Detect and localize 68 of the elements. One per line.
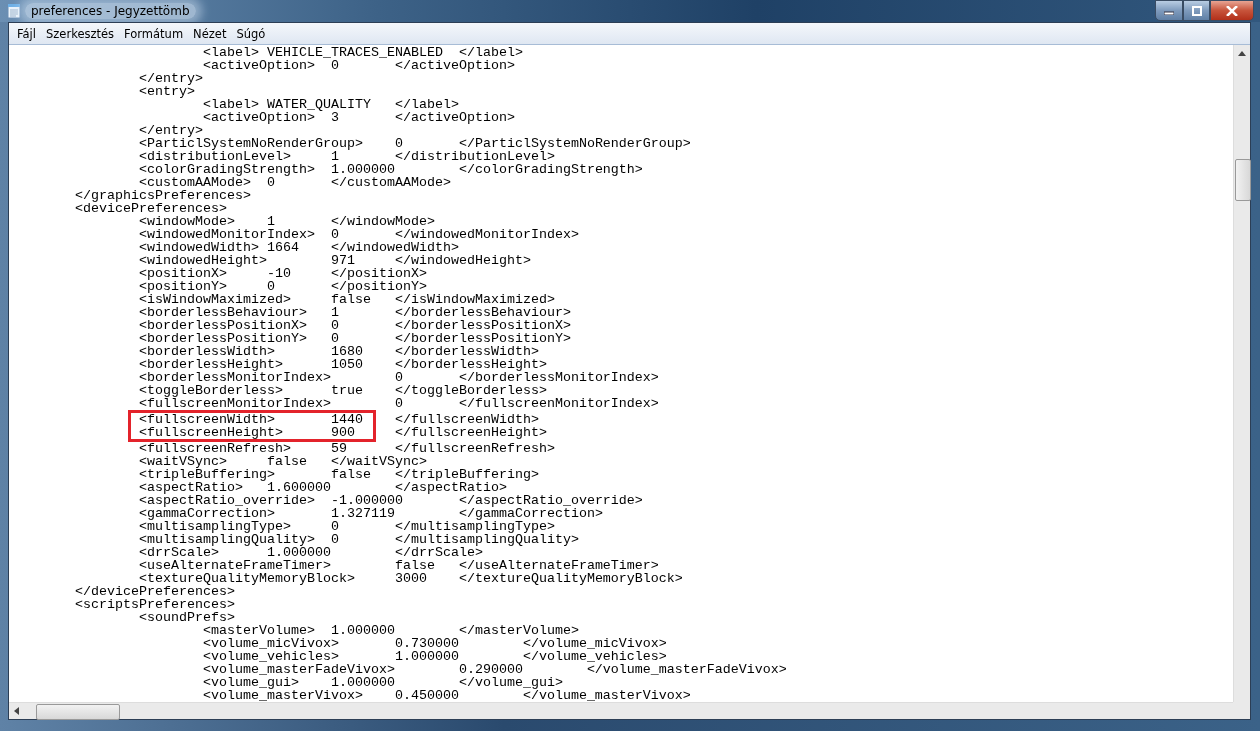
text-line: <activeOption> 0 </activeOption> (201, 59, 516, 72)
text-line: <customAAMode> 0 </customAAMode> (138, 176, 452, 189)
text-line: <scriptsPreferences> (74, 598, 236, 611)
text-line: <masterVolume> 1.000000 </masterVolume> (201, 624, 580, 637)
text-line: <label> WATER_QUALITY </label> (201, 98, 460, 111)
text-line: <aspectRatio_override> -1.000000 </aspectRatio_override> (138, 494, 644, 507)
text-line: <tripleBuffering> false </tripleBuffering> (138, 468, 540, 481)
text-line: </entry> (138, 124, 203, 137)
text-line: <devicePreferences> (74, 202, 227, 215)
maximize-button[interactable] (1183, 0, 1210, 21)
menu-item[interactable]: Nézet (188, 26, 232, 41)
text-line: <borderlessHeight> 1050 </borderlessHeight> (138, 358, 547, 371)
close-icon (1226, 5, 1238, 16)
text-line: <windowedHeight> 971 </windowedHeight> (138, 254, 532, 267)
text-line: <fullscreenWidth> 1440 </fullscreenWidth> (138, 413, 540, 426)
text-line: <volume_masterVivox> 0.450000 </volume_masterVivox> (201, 689, 692, 702)
text-line: <positionX> -10 </positionX> (138, 267, 427, 280)
text-line: <volume_micVivox> 0.730000 </volume_micVivox> (201, 637, 668, 650)
window-title: preferences - Jegyzettömb (25, 3, 196, 19)
text-line: <borderlessWidth> 1680 </borderlessWidth> (138, 345, 540, 358)
menu-item[interactable]: Formátum (119, 26, 189, 41)
text-line: <volume_masterFadeVivox> 0.290000 </volume_masterFadeVivox> (201, 663, 788, 676)
text-line: </entry> (138, 72, 203, 85)
text-line: <useAlternateFrameTimer> false </useAlternateFrameTimer> (138, 559, 660, 572)
text-line: <volume_gui> 1.000000 </volume_gui> (201, 676, 563, 689)
text-line: <drrScale> 1.000000 </drrScale> (138, 546, 483, 559)
text-line: <fullscreenHeight> 900 </fullscreenHeight> (138, 426, 548, 439)
text-line: <windowedMonitorIndex> 0 </windowedMonitorIndex> (138, 228, 580, 241)
menu-item[interactable]: Szerkesztés (41, 26, 120, 41)
text-line: <toggleBorderless> true </toggleBorderless> (138, 384, 548, 397)
text-line: <positionY> 0 </positionY> (138, 280, 428, 293)
text-line: <multisamplingQuality> 0 </multisamplingQuality> (138, 533, 580, 546)
scroll-thumb[interactable] (36, 704, 120, 720)
close-button[interactable] (1210, 0, 1254, 21)
text-line: <fullscreenMonitorIndex> 0 </fullscreenMonitorIndex> (138, 397, 660, 410)
text-line: <borderlessPositionX> 0 </borderlessPositionX> (138, 319, 572, 332)
minimize-button[interactable] (1155, 0, 1183, 21)
text-line: <fullscreenRefresh> 59 </fullscreenRefresh> (138, 442, 556, 455)
text-line: <activeOption> 3 </activeOption> (201, 111, 516, 124)
menu-item[interactable]: Súgó (231, 26, 271, 41)
text-line: <volume_vehicles> 1.000000 </volume_vehicles> (201, 650, 668, 663)
notepad-icon (7, 3, 21, 19)
text-line: <soundPrefs> (139, 611, 236, 624)
text-line: <textureQualityMemoryBlock> 3000 </textureQualityMemoryBlock> (139, 572, 684, 585)
text-line: <multisamplingType> 0 </multisamplingType> (138, 520, 555, 533)
text-line: <aspectRatio> 1.600000 </aspectRatio> (138, 481, 507, 494)
scroll-thumb[interactable] (1235, 159, 1251, 201)
text-line: <borderlessBehaviour> 1 </borderlessBehaviour> (138, 306, 572, 319)
text-line: <label> VEHICLE_TRACES_ENABLED </label> (201, 46, 524, 59)
text-line: <colorGradingStrength> 1.000000 </colorGradingStrength> (138, 163, 644, 176)
scroll-up-icon[interactable] (1238, 51, 1246, 56)
maximize-icon (1191, 5, 1202, 16)
menu-item[interactable]: Fájl (12, 26, 41, 41)
scroll-left-icon[interactable] (14, 707, 19, 715)
text-line: <entry> (138, 85, 195, 98)
text-line: <distributionLevel> 1 </distributionLevel> (138, 150, 555, 163)
text-line: <ParticlSystemNoRenderGroup> 0 </ParticlSystemNoRenderGroup> (138, 137, 692, 150)
text-line: <borderlessPositionY> 0 </borderlessPositionY> (138, 332, 572, 345)
text-line: </devicePreferences> (74, 585, 235, 598)
text-line: <gammaCorrection> 1.327119 </gammaCorrection> (138, 507, 603, 520)
horizontal-scrollbar[interactable] (9, 702, 1233, 719)
text-line: <isWindowMaximized> false </isWindowMaximized> (138, 293, 556, 306)
vertical-scrollbar[interactable] (1233, 45, 1250, 702)
text-line: </graphicsPreferences> (74, 189, 252, 202)
text-line: <windowMode> 1 </windowMode> (138, 215, 436, 228)
text-line: <waitVSync> false </waitVSync> (138, 455, 427, 468)
text-line: <borderlessMonitorIndex> 0 </borderlessMonitorIndex> (138, 371, 660, 384)
text-line: <windowedWidth> 1664 </windowedWidth> (138, 241, 460, 254)
